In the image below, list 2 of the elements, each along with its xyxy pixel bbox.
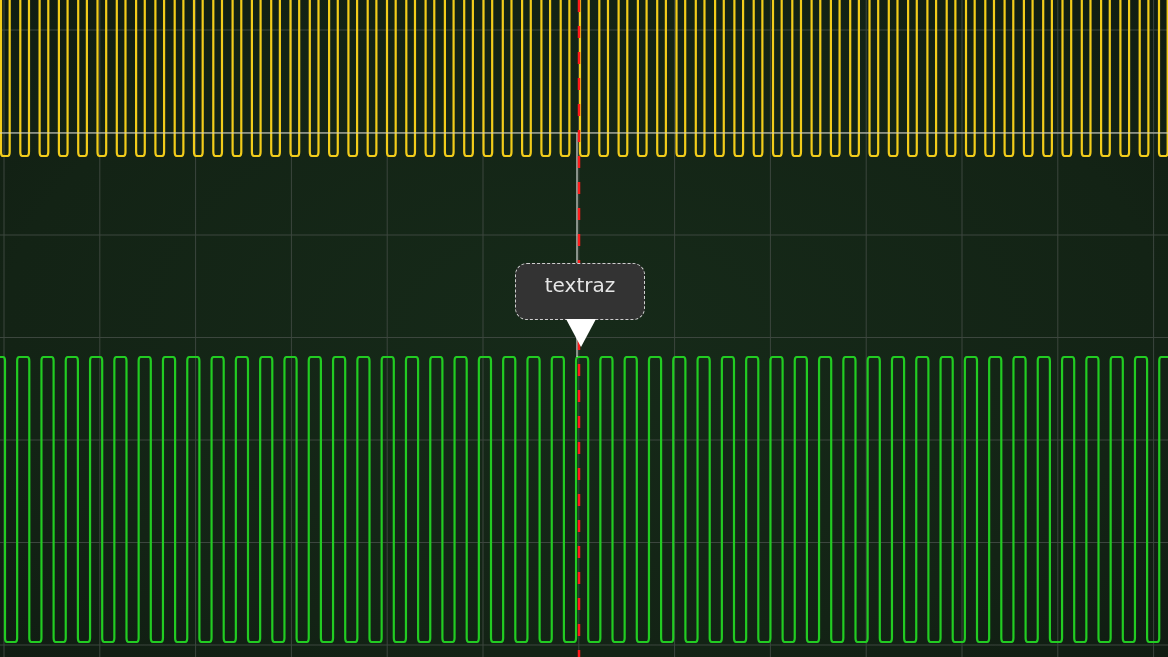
pointer-triangle-icon <box>566 319 596 347</box>
cursor-label[interactable]: textraz <box>515 263 645 320</box>
